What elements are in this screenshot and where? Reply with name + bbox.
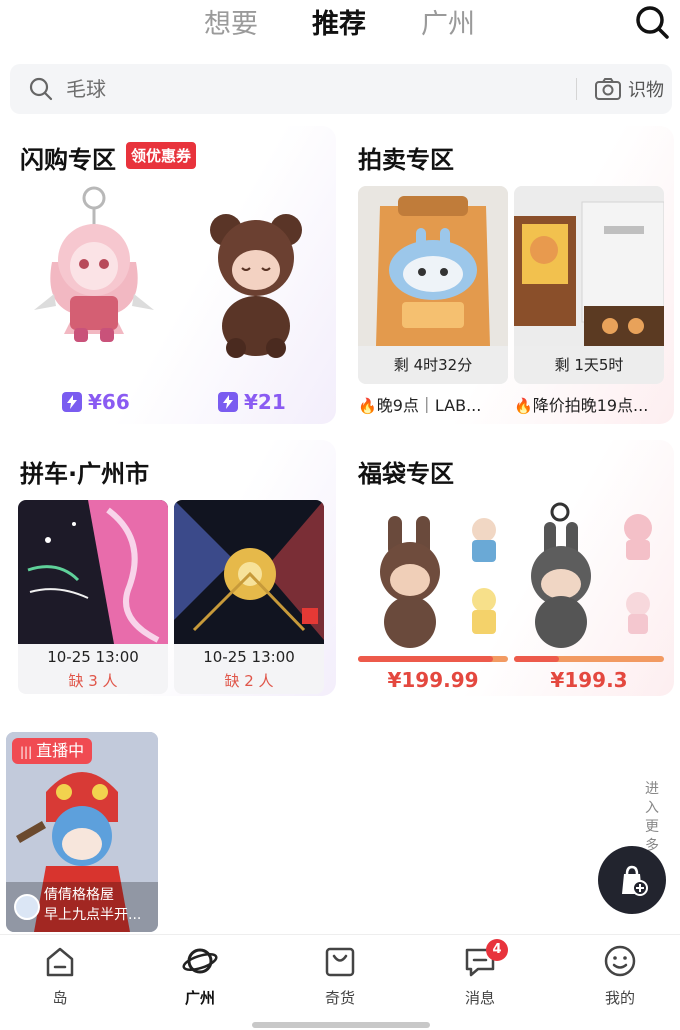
nav-goods[interactable]: 奇货 xyxy=(300,943,380,1008)
auction-desc-text: 降价拍晚19点... xyxy=(532,396,649,415)
divider xyxy=(576,78,577,100)
auction-item-desc: 🔥晚9点｜LAB... xyxy=(358,392,508,416)
auction-title: 拍卖专区 xyxy=(358,146,454,174)
flash-sale-card[interactable]: 闪购专区 领优惠券 ¥66 ¥21 xyxy=(10,126,336,424)
pink-doll-image xyxy=(34,186,154,342)
identify-button[interactable]: 识物 xyxy=(594,74,664,104)
home-icon xyxy=(46,947,74,977)
smiley-icon xyxy=(604,945,636,977)
time-remaining: 剩 1天5时 xyxy=(514,346,664,384)
nav-label: 岛 xyxy=(52,989,68,1007)
nav-island[interactable]: 岛 xyxy=(20,943,100,1008)
carpool-time: 10-25 13:00 xyxy=(47,648,139,666)
search-icon[interactable] xyxy=(634,4,670,40)
home-indicator xyxy=(252,1022,430,1028)
labubu-bag-photo xyxy=(358,186,508,346)
live-desc: 早上九点半开... xyxy=(44,907,142,923)
lucky-bag-title: 福袋专区 xyxy=(358,460,454,488)
event-poster-image xyxy=(18,500,168,644)
nav-messages[interactable]: 4 消息 xyxy=(440,939,520,1008)
blindbox-package-photo xyxy=(514,186,664,346)
fire-icon: 🔥 xyxy=(514,397,533,415)
lucky-bag-dolls-image[interactable] xyxy=(358,500,508,650)
identify-label: 识物 xyxy=(628,80,664,101)
carpool-item[interactable]: 10-25 13:00 缺 2 人 xyxy=(174,500,324,694)
flash-price: ¥66 xyxy=(88,390,130,414)
carpool-item[interactable]: 10-25 13:00 缺 3 人 xyxy=(18,500,168,694)
lucky-bag-price: ¥199.3 xyxy=(550,668,628,692)
lucky-bag-card[interactable]: 福袋专区 ¥199.99 ¥199.3 xyxy=(348,440,674,696)
carpool-title: 拼车·广州市 xyxy=(20,460,150,488)
planet-icon xyxy=(182,948,218,974)
fire-icon: 🔥 xyxy=(358,397,377,415)
auction-desc-text: 晚9点｜LAB... xyxy=(376,396,482,415)
live-host-name: 倩倩格格屋 xyxy=(44,887,114,903)
auction-item[interactable]: 剩 1天5时 xyxy=(514,186,664,384)
live-badge-text: 直播中 xyxy=(36,741,85,760)
notification-badge: 4 xyxy=(486,939,508,961)
carpool-need: 缺 2 人 xyxy=(224,672,274,690)
flash-item[interactable] xyxy=(186,184,326,388)
event-poster-image xyxy=(174,500,324,644)
live-badge: ||| 直播中 xyxy=(12,738,93,764)
nav-me[interactable]: 我的 xyxy=(580,943,660,1008)
flash-item[interactable] xyxy=(24,184,164,388)
carpool-time: 10-25 13:00 xyxy=(203,648,295,666)
tab-want[interactable]: 想要 xyxy=(204,2,258,41)
live-bars-icon: ||| xyxy=(20,745,33,759)
bag-plus-icon xyxy=(622,865,648,896)
tab-recommend[interactable]: 推荐 xyxy=(312,2,366,41)
auction-card[interactable]: 拍卖专区 剩 4时32分 🔥晚9点｜LAB... 剩 1天5时 🔥降价拍晚19点… xyxy=(348,126,674,424)
time-remaining: 剩 4时32分 xyxy=(358,346,508,384)
auction-item[interactable]: 剩 4时32分 xyxy=(358,186,508,384)
avatar xyxy=(14,894,40,920)
auction-item-desc: 🔥降价拍晚19点... xyxy=(514,392,664,416)
search-icon xyxy=(29,77,53,101)
lucky-bag-progress-fill xyxy=(514,656,559,662)
nav-label: 我的 xyxy=(604,989,635,1007)
search-bar: 识物 xyxy=(10,64,672,114)
nav-label: 广州 xyxy=(184,989,215,1007)
flash-price-row: ¥21 xyxy=(218,390,286,414)
carpool-card[interactable]: 拼车·广州市 10-25 13:00 缺 3 人 10-25 13:00 缺 2… xyxy=(10,440,336,696)
sell-fab-button[interactable] xyxy=(598,846,666,914)
tab-city[interactable]: 广州 xyxy=(421,2,475,41)
top-tab-bar: 想要 推荐 广州 xyxy=(0,0,680,48)
lightning-icon xyxy=(62,392,82,412)
lucky-bag-price: ¥199.99 xyxy=(387,668,479,692)
bottom-nav: 岛 广州 奇货 4 消息 我的 xyxy=(0,934,680,1030)
flash-price-row: ¥66 xyxy=(62,390,130,414)
lucky-bag-dolls-image[interactable] xyxy=(514,500,664,650)
live-stream-card[interactable]: ||| 直播中 倩倩格格屋 早上九点半开... xyxy=(6,732,158,932)
coupon-badge[interactable]: 领优惠券 xyxy=(126,142,197,169)
more-hint[interactable]: 进入更多 xyxy=(645,780,661,856)
nav-city[interactable]: 广州 xyxy=(160,943,240,1008)
flash-sale-title: 闪购专区 xyxy=(20,146,116,174)
flash-price: ¥21 xyxy=(244,390,286,414)
brown-bear-doll-image xyxy=(210,214,302,358)
lucky-bag-progress xyxy=(514,656,664,662)
carpool-need: 缺 3 人 xyxy=(68,672,118,690)
nav-label: 奇货 xyxy=(324,989,355,1007)
shopping-bag-icon xyxy=(325,947,355,977)
lucky-bag-progress-fill xyxy=(358,656,493,662)
search-input[interactable] xyxy=(66,64,546,114)
lucky-bag-progress xyxy=(358,656,508,662)
nav-label: 消息 xyxy=(464,989,495,1007)
camera-icon xyxy=(595,78,621,100)
lightning-icon xyxy=(218,392,238,412)
